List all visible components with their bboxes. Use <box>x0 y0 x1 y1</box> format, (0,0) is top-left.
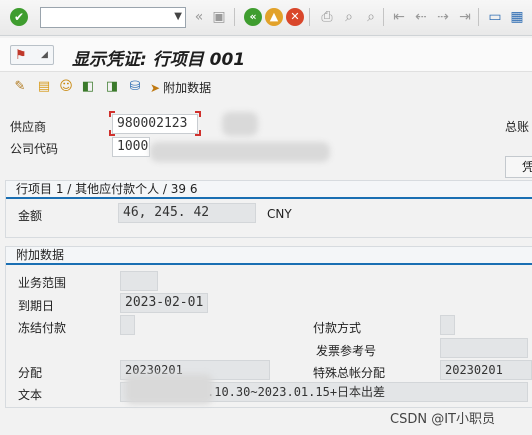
payment-method-field[interactable] <box>440 315 455 335</box>
back-icon[interactable]: « <box>244 8 262 26</box>
watermark: CSDN @IT小职员 <box>390 412 495 427</box>
find-next-icon[interactable]: ⌕ <box>362 8 380 26</box>
double-chevron-icon[interactable]: « <box>190 8 208 26</box>
dropdown-arrow-icon: ◢ <box>41 50 48 60</box>
create-session-icon[interactable]: ▭ <box>486 8 504 26</box>
find-icon[interactable]: ⌕ <box>340 8 358 26</box>
toolbar-separator <box>383 8 384 26</box>
toolbar-separator <box>309 8 310 26</box>
focus-corner <box>109 111 115 117</box>
print-icon[interactable]: ⎙ <box>318 8 336 26</box>
special-gl-assignment-label: 特殊总帐分配 <box>313 366 386 380</box>
vendor-label: 供应商 <box>10 120 47 134</box>
payment-block-label: 冻结付款 <box>18 321 67 335</box>
arrow-right-icon[interactable]: ◨ <box>104 79 120 95</box>
save-icon[interactable]: ▣ <box>210 8 228 26</box>
additional-data-button[interactable]: ➤ 附加数据 <box>150 79 211 97</box>
last-page-icon[interactable]: ⇥ <box>456 8 474 26</box>
chevron-down-icon[interactable]: ▼ <box>174 11 182 22</box>
exit-icon[interactable]: ▲ <box>265 8 283 26</box>
document-button-label: 凭 <box>522 160 532 174</box>
special-gl-assignment-field[interactable]: 20230201 <box>440 360 532 380</box>
shortcut-icon[interactable]: ▦ <box>508 8 526 26</box>
company-code-field[interactable]: 1000 <box>112 137 150 157</box>
people-icon[interactable]: ☺ <box>58 79 74 95</box>
due-date-label: 到期日 <box>18 299 55 313</box>
check-icon[interactable]: ✔ <box>10 8 28 26</box>
redaction-blur <box>125 374 213 404</box>
arrow-left-icon[interactable]: ◧ <box>80 79 96 95</box>
object-services-button[interactable]: ⚑ ◢ <box>10 45 54 65</box>
business-area-field[interactable] <box>120 271 158 291</box>
additional-data-heading: 附加数据 <box>6 247 532 265</box>
services-icon: ⚑ <box>15 48 27 63</box>
additional-data-icon: ➤ <box>150 81 161 95</box>
application-toolbar: ✎ ▤ ☺ ◧ ◨ ⛁ ➤ 附加数据 <box>0 74 532 102</box>
payment-method-label: 付款方式 <box>313 321 362 335</box>
command-field[interactable]: ▼ <box>40 7 186 28</box>
next-page-icon[interactable]: ⇢ <box>434 8 452 26</box>
toolbar-separator <box>234 8 235 26</box>
invoice-reference-field[interactable] <box>440 338 528 358</box>
payment-block-field[interactable] <box>120 315 135 335</box>
previous-page-icon[interactable]: ⇠ <box>412 8 430 26</box>
text-label: 文本 <box>18 388 43 402</box>
invoice-reference-label: 发票参考号 <box>316 344 377 358</box>
redaction-blur <box>222 112 258 136</box>
focus-corner <box>109 130 115 136</box>
company-code-label: 公司代码 <box>10 142 59 156</box>
business-area-label: 业务范围 <box>18 276 67 290</box>
focus-corner <box>195 111 201 117</box>
stamp-icon[interactable]: ⛁ <box>127 79 143 95</box>
assignment-label: 分配 <box>18 366 43 380</box>
first-page-icon[interactable]: ⇤ <box>390 8 408 26</box>
additional-data-label: 附加数据 <box>163 81 212 95</box>
gl-account-label: 总账 <box>505 120 530 134</box>
line-item-heading: 行项目 1 / 其他应付款个人 / 39 6 <box>6 181 532 199</box>
document-button[interactable]: 凭 <box>505 156 532 178</box>
page-title: 显示凭证: 行项目 001 <box>72 50 246 70</box>
currency-label: CNY <box>267 207 292 221</box>
focus-corner <box>195 130 201 136</box>
title-bar: ⚑ ◢ 显示凭证: 行项目 001 <box>0 38 532 72</box>
amount-field[interactable]: 46, 245. 42 <box>118 203 256 223</box>
document-icon[interactable]: ▤ <box>36 79 52 95</box>
system-toolbar: ✔ ▼ « ▣ « ▲ ✕ ⎙ ⌕ ⌕ ⇤ ⇠ ⇢ ⇥ ▭ ▦ <box>0 0 532 36</box>
amount-label: 金额 <box>18 209 43 223</box>
vendor-field[interactable]: 980002123 <box>112 114 198 134</box>
cancel-icon[interactable]: ✕ <box>286 8 304 26</box>
redaction-blur <box>150 142 330 162</box>
due-date-field[interactable]: 2023-02-01 <box>120 293 208 313</box>
glasses-icon[interactable]: ✎ <box>12 79 28 95</box>
toolbar-separator <box>478 8 479 26</box>
